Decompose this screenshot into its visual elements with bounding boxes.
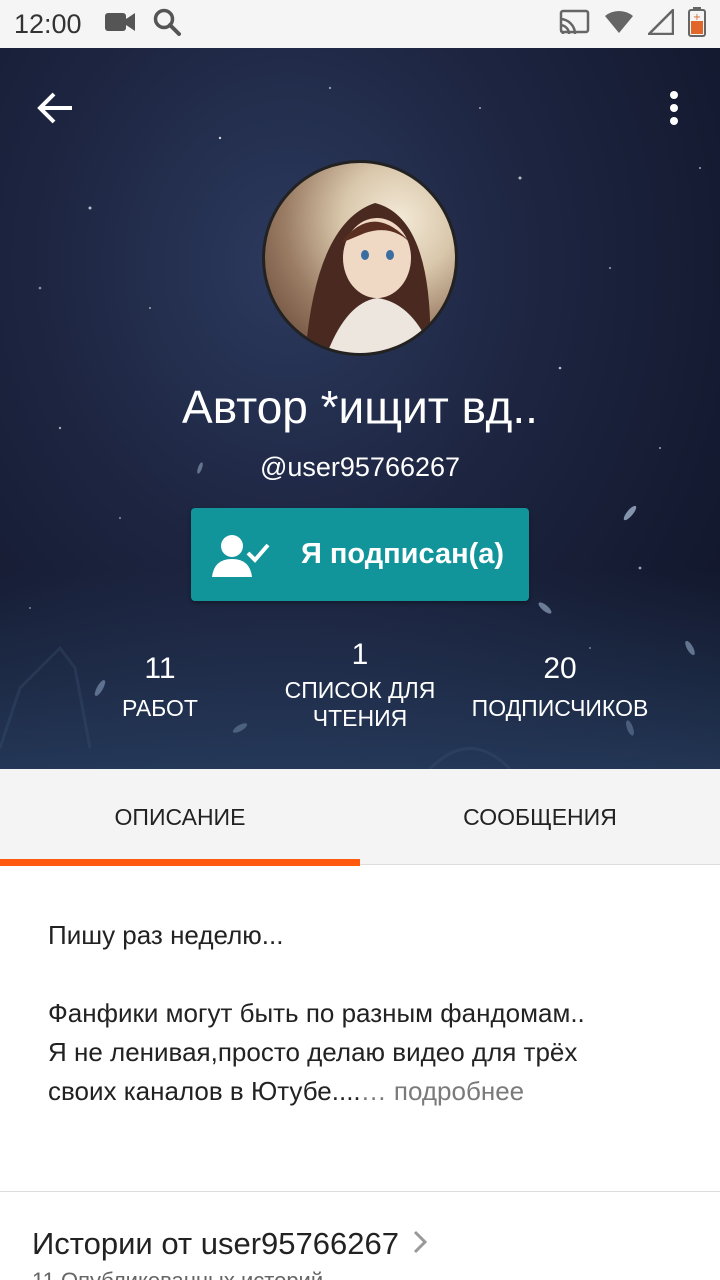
stories-section-header[interactable]: Истории от user95766267 xyxy=(32,1226,428,1262)
back-button[interactable] xyxy=(30,82,82,134)
tab-messages[interactable]: СООБЩЕНИЯ xyxy=(360,769,720,865)
stat-reading-list[interactable]: 1 СПИСОК ДЛЯ ЧТЕНИЯ xyxy=(270,638,450,732)
svg-text:+: + xyxy=(693,12,701,23)
profile-name: Автор *ищит вд.. xyxy=(182,381,538,433)
profile-tabs: ОПИСАНИЕ СООБЩЕНИЯ xyxy=(0,769,720,866)
stat-works[interactable]: 11 РАБОТ xyxy=(90,652,230,722)
user-check-icon xyxy=(209,530,271,580)
profile-description: Пишу раз неделю... Фанфики могут быть по… xyxy=(48,916,678,1111)
wifi-icon xyxy=(604,10,634,39)
video-camera-icon xyxy=(104,10,136,39)
tab-messages-label: СООБЩЕНИЯ xyxy=(463,803,617,830)
stat-works-label: РАБОТ xyxy=(122,695,198,721)
battery-icon: + xyxy=(688,6,706,42)
description-line: Пишу раз неделю... xyxy=(48,920,284,950)
read-more-link[interactable]: … подробнее xyxy=(361,1076,524,1106)
status-bar: 12:00 + xyxy=(0,0,720,48)
stat-works-value: 11 xyxy=(144,652,176,685)
description-line: Фанфики могут быть по разным фандомам.. xyxy=(48,998,585,1028)
description-line: Я не ленивая,просто делаю видео для трёх xyxy=(48,1037,578,1067)
stat-reading-list-value: 1 xyxy=(351,638,369,671)
active-tab-indicator xyxy=(0,859,360,866)
status-time: 12:00 xyxy=(14,8,82,39)
back-arrow-icon xyxy=(37,92,72,124)
cast-icon xyxy=(558,9,590,40)
stat-followers[interactable]: 20 ПОДПИСЧИКОВ xyxy=(460,652,660,722)
profile-header: Автор *ищит вд.. @user95766267 Я подписа… xyxy=(0,48,720,769)
stories-subtitle: 11 Опубликованных историй xyxy=(32,1268,323,1280)
section-divider xyxy=(0,1191,720,1192)
following-button[interactable]: Я подписан(а) xyxy=(191,508,529,601)
stat-followers-label: ПОДПИСЧИКОВ xyxy=(471,695,649,721)
following-label: Я подписан(а) xyxy=(301,538,505,570)
search-icon xyxy=(152,7,182,42)
stat-followers-value: 20 xyxy=(543,652,577,685)
tab-description-label: ОПИСАНИЕ xyxy=(114,803,246,830)
signal-icon xyxy=(645,6,675,40)
chevron-right-icon xyxy=(413,1226,428,1262)
more-vertical-icon xyxy=(670,91,678,125)
stories-title: Истории от user95766267 xyxy=(32,1226,399,1261)
description-line: своих каналов в Ютубе.... xyxy=(48,1076,361,1106)
more-options-button[interactable] xyxy=(654,82,694,134)
stat-reading-list-label: СПИСОК ДЛЯ ЧТЕНИЯ xyxy=(284,677,436,731)
profile-handle: @user95766267 xyxy=(259,452,461,482)
avatar xyxy=(262,160,458,356)
tab-description[interactable]: ОПИСАНИЕ xyxy=(0,769,360,866)
